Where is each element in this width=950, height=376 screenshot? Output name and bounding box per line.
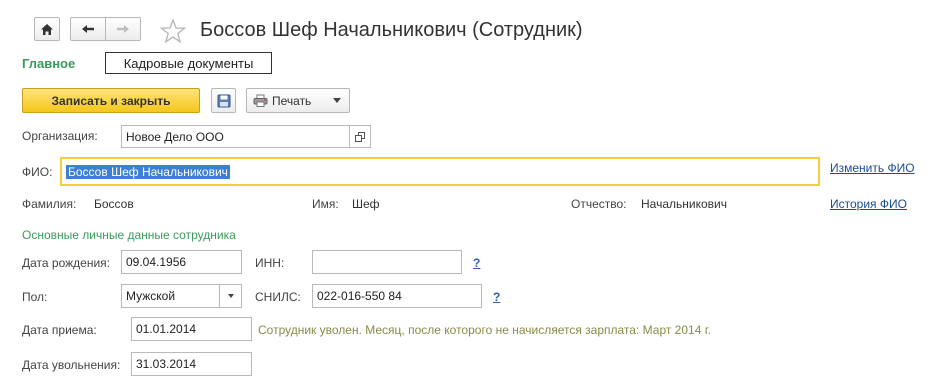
- patronymic-label: Отчество:: [571, 197, 627, 211]
- hire-date-field[interactable]: 01.01.2014: [131, 317, 252, 341]
- birth-date-label: Дата рождения:: [22, 256, 110, 270]
- hire-date-value: 01.01.2014: [136, 322, 197, 336]
- print-button[interactable]: Печать: [246, 88, 350, 113]
- snils-label: СНИЛС:: [255, 290, 301, 304]
- print-button-label: Печать: [272, 93, 312, 108]
- gender-dropdown-button[interactable]: [219, 285, 241, 307]
- star-icon: [159, 18, 187, 44]
- birth-date-field[interactable]: 09.04.1956: [121, 250, 242, 274]
- chevron-down-icon: [333, 98, 342, 103]
- chevron-down-icon: [227, 294, 234, 298]
- back-button[interactable]: [70, 17, 106, 41]
- gender-value: Мужской: [126, 289, 176, 303]
- organization-value: Новое Дело ООО: [126, 129, 224, 144]
- open-window-icon: [355, 131, 365, 142]
- organization-open-button[interactable]: [349, 125, 371, 148]
- snils-field[interactable]: 022-016-550 84: [312, 284, 482, 308]
- forward-button[interactable]: [105, 17, 141, 41]
- fio-value: Боссов Шеф Начальникович: [66, 164, 230, 179]
- printer-icon: [253, 94, 268, 107]
- employee-status-note: Сотрудник уволен. Месяц, после которого …: [258, 323, 711, 337]
- home-button[interactable]: [34, 17, 60, 41]
- patronymic-value: Начальникович: [641, 197, 727, 211]
- tab-hr-documents[interactable]: Кадровые документы: [105, 52, 272, 74]
- arrow-right-icon: [117, 25, 129, 33]
- home-icon: [41, 23, 53, 35]
- snils-help-link[interactable]: ?: [493, 290, 500, 304]
- arrow-left-icon: [82, 25, 94, 33]
- page-title: Боссов Шеф Начальникович (Сотрудник): [200, 19, 583, 41]
- inn-help-link[interactable]: ?: [473, 256, 480, 270]
- save-and-close-button[interactable]: Записать и закрыть: [22, 88, 200, 113]
- surname-label: Фамилия:: [22, 197, 77, 211]
- snils-value: 022-016-550 84: [317, 289, 402, 303]
- change-fio-link[interactable]: Изменить ФИО: [830, 161, 915, 175]
- organization-label: Организация:: [22, 129, 98, 143]
- gender-select[interactable]: Мужской: [121, 284, 242, 308]
- nav-main-link[interactable]: Главное: [22, 56, 75, 71]
- fio-input[interactable]: Боссов Шеф Начальникович: [60, 157, 820, 186]
- favorite-button[interactable]: [159, 18, 187, 44]
- fio-history-link[interactable]: История ФИО: [830, 197, 907, 211]
- name-label: Имя:: [312, 197, 339, 211]
- floppy-disk-icon: [217, 94, 230, 107]
- birth-date-value: 09.04.1956: [126, 255, 187, 269]
- surname-value: Боссов: [94, 197, 134, 211]
- inn-field[interactable]: [312, 250, 462, 274]
- gender-label: Пол:: [22, 290, 48, 304]
- fio-label: ФИО:: [22, 165, 53, 179]
- dismissal-date-field[interactable]: 31.03.2014: [131, 352, 252, 376]
- organization-field[interactable]: Новое Дело ООО: [121, 125, 350, 148]
- name-value: Шеф: [352, 197, 380, 211]
- hire-date-label: Дата приема:: [22, 323, 97, 337]
- section-title: Основные личные данные сотрудника: [22, 228, 236, 242]
- save-button[interactable]: [211, 88, 236, 113]
- dismissal-date-label: Дата увольнения:: [22, 358, 121, 372]
- inn-label: ИНН:: [255, 256, 285, 270]
- dismissal-date-value: 31.03.2014: [136, 357, 197, 371]
